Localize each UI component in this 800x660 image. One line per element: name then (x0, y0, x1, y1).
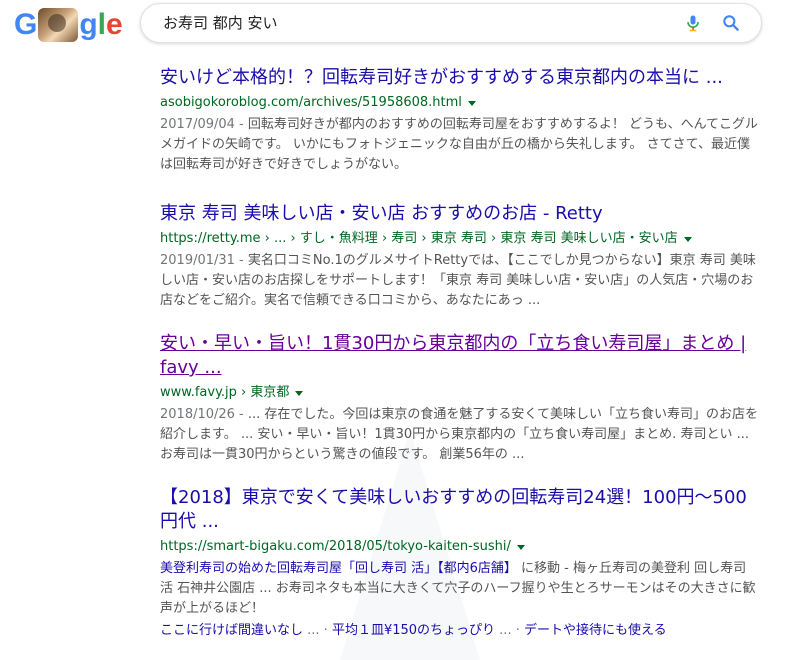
search-box[interactable]: お寿司 都内 安い (140, 3, 762, 43)
microphone-icon[interactable] (683, 13, 703, 33)
result-url: asobigokoroblog.com/archives/51958608.ht… (160, 93, 760, 113)
logo-letter-g: G (14, 8, 38, 41)
result-snippet: 2017/09/04 - 回転寿司好きが都内のおすすめの回転寿司屋をおすすめする… (160, 115, 760, 175)
result-title-link[interactable]: 安いけど本格的！？回転寿司好きがおすすめする東京都内の本当に ... (160, 66, 760, 90)
search-input[interactable]: お寿司 都内 安い (163, 4, 278, 42)
result-url: https://smart-bigaku.com/2018/05/tokyo-k… (160, 537, 760, 557)
result-snippet: 2018/10/26 - ... 存在でした。今回は東京の食通を魅了する安くて美… (160, 405, 760, 465)
google-doodle-logo[interactable]: G g l e (14, 5, 123, 45)
result-snippet-text: 回転寿司好きが都内のおすすめの回転寿司屋をおすすめするよ！ どうも、へんてこグル… (160, 117, 758, 172)
result-url: https://retty.me › ... › すし・魚料理 › 寿司 › 東… (160, 229, 760, 249)
chevron-down-icon[interactable] (467, 100, 476, 106)
sitelink[interactable]: 平均１皿¥150のちょっぴり (332, 623, 495, 638)
result-item: 安い・早い・旨い！1貫30円から東京都内の「立ち食い寿司屋」まとめ | favy… (160, 332, 760, 465)
result-date: 2019/01/31 - (160, 253, 248, 268)
result-url-text: https://smart-bigaku.com/2018/05/tokyo-k… (160, 539, 511, 554)
result-title-link[interactable]: 東京 寿司 美味しい店・安い店 おすすめのお店 - Retty (160, 202, 760, 226)
result-url-text: asobigokoroblog.com/archives/51958608.ht… (160, 95, 462, 110)
chevron-down-icon[interactable] (683, 236, 692, 242)
doodle-image-icon (38, 8, 79, 42)
sitelink[interactable]: ここに行けば間違いなし (160, 623, 303, 638)
result-url-text: https://retty.me › ... › すし・魚料理 › 寿司 › 東… (160, 231, 678, 246)
sitelink[interactable]: デートや接待にも使える (524, 623, 667, 638)
result-snippet-text: 実名口コミNo.1のグルメサイトRettyでは、【ここでしか見つからない】東京 … (160, 253, 756, 308)
result-snippet: 2019/01/31 - 実名口コミNo.1のグルメサイトRettyでは、【ここ… (160, 251, 760, 311)
jump-to-section-link[interactable]: 美登利寿司の始めた回転寿司屋「回し寿司 活」【都内6店舗】 (160, 561, 517, 576)
logo-letter-l: l (97, 8, 107, 41)
logo-letter-g2: g (79, 8, 98, 41)
sitelinks: ここに行けば間違いなし ... · 平均１皿¥150のちょっぴり ... · デ… (160, 621, 760, 641)
result-url: www.favy.jp › 東京都 (160, 383, 760, 403)
result-date: 2018/10/26 - (160, 407, 248, 422)
sitelink-separator: ... · (495, 623, 524, 638)
search-icon[interactable] (721, 13, 741, 33)
logo-letter-e: e (106, 8, 123, 41)
result-title-link[interactable]: 安い・早い・旨い！1貫30円から東京都内の「立ち食い寿司屋」まとめ | favy… (160, 332, 760, 380)
result-url-text: www.favy.jp › 東京都 (160, 385, 290, 400)
result-item: 東京 寿司 美味しい店・安い店 おすすめのお店 - Retty https://… (160, 202, 760, 311)
header: G g l e お寿司 都内 安い (0, 0, 800, 50)
sitelink-separator: ... · (303, 623, 332, 638)
chevron-down-icon[interactable] (295, 390, 304, 396)
result-item: 安いけど本格的！？回転寿司好きがおすすめする東京都内の本当に ... asobi… (160, 66, 760, 175)
result-snippet-text: ... 存在でした。今回は東京の食通を魅了する安くて美味しい「立ち食い寿司」のお… (160, 407, 759, 462)
result-snippet: 美登利寿司の始めた回転寿司屋「回し寿司 活」【都内6店舗】 に移動 - 梅ヶ丘寿… (160, 559, 760, 619)
result-title-link[interactable]: 【2018】東京で安くて美味しいおすすめの回転寿司24選！100円〜500円代 … (160, 486, 760, 534)
result-item: 【2018】東京で安くて美味しいおすすめの回転寿司24選！100円〜500円代 … (160, 486, 760, 641)
result-date: 2017/09/04 - (160, 117, 248, 132)
chevron-down-icon[interactable] (516, 544, 525, 550)
